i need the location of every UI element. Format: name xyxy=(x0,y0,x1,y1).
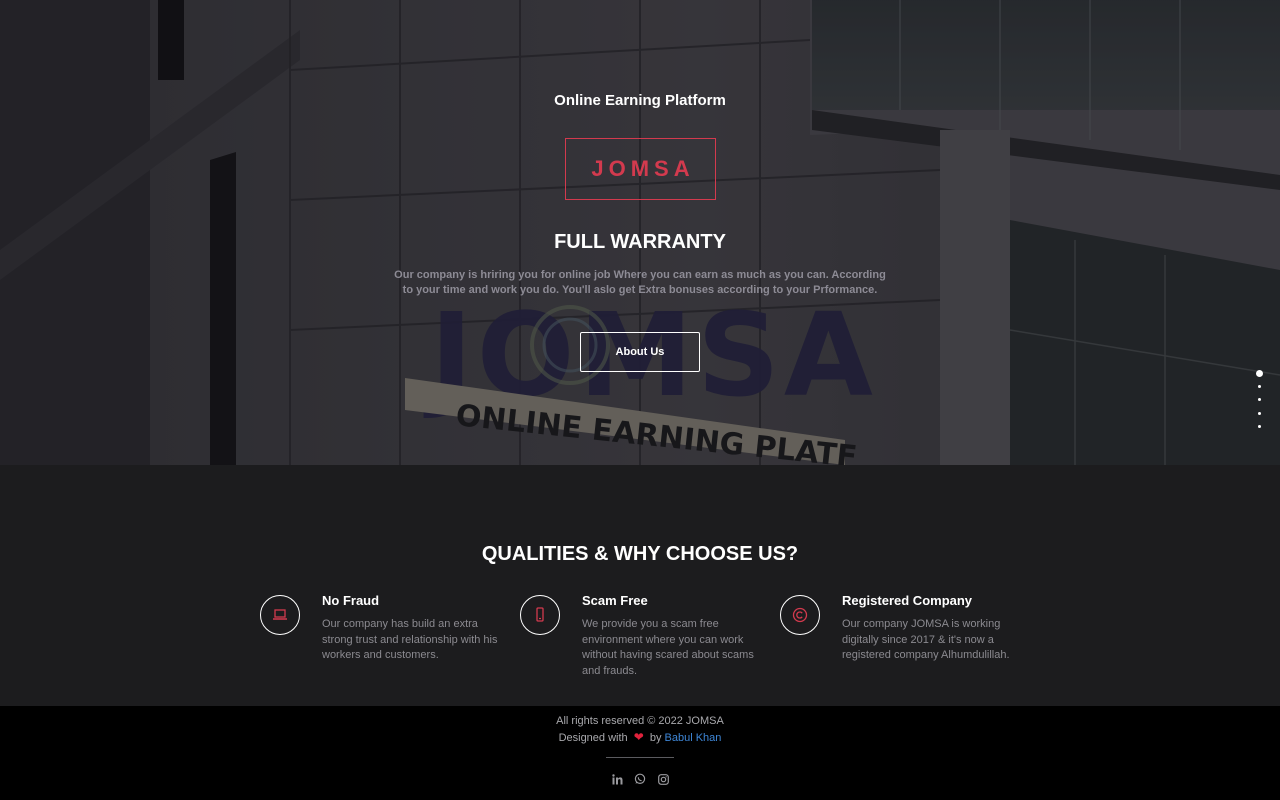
heart-icon: ❤ xyxy=(633,730,644,744)
slider-dot-2[interactable] xyxy=(1258,385,1261,388)
designed-by-line: Designed with ❤ by Babul Khan xyxy=(0,730,1280,744)
brand-logo-box: JOMSA xyxy=(565,138,716,200)
whatsapp-icon[interactable] xyxy=(633,772,647,786)
hero-title: FULL WARRANTY xyxy=(554,231,726,253)
designer-link[interactable]: Babul Khan xyxy=(665,732,722,744)
linkedin-icon[interactable] xyxy=(610,772,624,786)
quality-text: Our company has build an extra strong tr… xyxy=(322,618,498,661)
brand-name: JOMSA xyxy=(591,156,695,181)
designed-by-word: by xyxy=(649,732,662,744)
quality-text: Our company JOMSA is working digitally s… xyxy=(842,618,1010,661)
hero-kicker: Online Earning Platform xyxy=(554,92,726,109)
slider-dot-1[interactable] xyxy=(1256,370,1263,377)
social-links xyxy=(610,772,670,786)
quality-item-registered: Registered Company Our company JOMSA is … xyxy=(780,593,1040,693)
quality-item-scam-free: Scam Free We provide you a scam free env… xyxy=(520,593,780,693)
hero-section: JOMSA ONLINE EARNING PLATF Online Earnin… xyxy=(0,0,1280,465)
instagram-icon[interactable] xyxy=(656,772,670,786)
copyright-icon xyxy=(780,595,820,635)
hero-description: Our company is hriring you for online jo… xyxy=(394,269,886,296)
designed-prefix: Designed with xyxy=(558,732,628,744)
mobile-icon xyxy=(520,595,560,635)
quality-item-no-fraud: No Fraud Our company has build an extra … xyxy=(260,593,520,693)
slider-dot-4[interactable] xyxy=(1258,412,1261,415)
laptop-icon xyxy=(260,595,300,635)
qualities-title: QUALITIES & WHY CHOOSE US? xyxy=(481,543,799,565)
footer: All rights reserved © 2022 JOMSA Designe… xyxy=(0,706,1280,800)
copyright-text: All rights reserved © 2022 JOMSA xyxy=(556,715,724,727)
quality-heading: No Fraud xyxy=(322,593,380,608)
slider-dot-5[interactable] xyxy=(1258,425,1261,428)
quality-heading: Scam Free xyxy=(582,593,648,608)
footer-divider xyxy=(606,757,674,758)
qualities-section: QUALITIES & WHY CHOOSE US? No Fraud Our … xyxy=(0,465,1280,706)
slider-dot-3[interactable] xyxy=(1258,398,1261,401)
about-us-button[interactable]: About Us xyxy=(580,332,700,372)
quality-text: We provide you a scam free environment w… xyxy=(582,618,754,677)
quality-heading: Registered Company xyxy=(842,593,973,608)
